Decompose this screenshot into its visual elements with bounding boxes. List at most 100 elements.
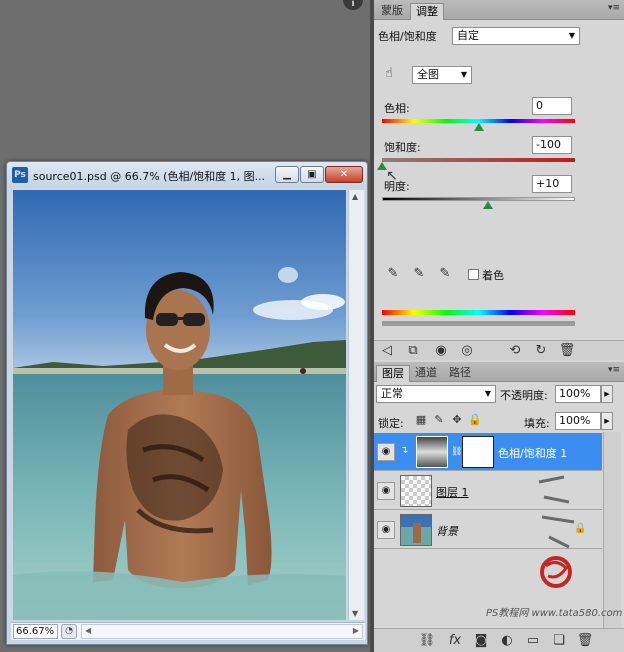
lightness-label: 明度: xyxy=(384,180,410,193)
adjustment-layer-thumbnail[interactable] xyxy=(416,436,448,468)
document-titlebar[interactable]: Ps source01.psd @ 66.7% (色相/饱和度 1, 图... … xyxy=(7,162,367,188)
layers-tabstrip: 图层 通道 路径 ▾≡ xyxy=(374,362,624,382)
panel-menu-icon[interactable]: ▾≡ xyxy=(608,3,620,13)
visibility-eye-icon[interactable]: ◎ xyxy=(458,343,476,359)
photo-image xyxy=(13,190,346,620)
back-arrow-icon[interactable]: ◁ xyxy=(378,343,396,359)
input-spectrum-bar xyxy=(382,310,575,315)
lock-image-icon[interactable]: ✎ xyxy=(430,412,448,428)
scroll-down-icon[interactable]: ▼ xyxy=(352,609,358,618)
maximize-button[interactable]: ▣ xyxy=(300,166,324,183)
colorize-checkbox[interactable] xyxy=(468,269,479,280)
layer-name[interactable]: 图层 1 xyxy=(436,484,469,500)
link-layers-icon[interactable]: ⛓ xyxy=(418,633,436,649)
saturation-slider-track[interactable] xyxy=(382,158,575,162)
channel-value: 全图 xyxy=(417,68,439,81)
scroll-left-icon[interactable]: ◀ xyxy=(85,626,91,635)
new-layer-icon[interactable]: ❏ xyxy=(550,633,568,649)
fill-input[interactable]: 100% xyxy=(555,412,601,430)
on-image-adjust-hand-icon[interactable]: ☝ xyxy=(380,66,398,82)
layers-scrollbar[interactable] xyxy=(603,432,621,628)
hue-label: 色相: xyxy=(384,102,410,115)
opacity-arrow-icon[interactable]: ▶ xyxy=(601,385,613,403)
document-title: source01.psd @ 66.7% (色相/饱和度 1, 图... xyxy=(33,170,266,183)
chevron-down-icon: ▼ xyxy=(484,389,491,398)
add-mask-icon[interactable]: ◙ xyxy=(472,633,490,649)
layer-thumbnail[interactable] xyxy=(400,475,432,507)
eye-icon[interactable]: ◉ xyxy=(377,443,395,461)
scroll-up-icon[interactable]: ▲ xyxy=(352,192,358,201)
hue-slider-thumb[interactable] xyxy=(473,123,484,131)
watermark-text: PS教程网 www.tata580.com xyxy=(486,608,623,619)
fill-arrow-icon[interactable]: ▶ xyxy=(601,412,613,430)
eyedropper-minus-icon[interactable]: ✎ xyxy=(436,266,454,282)
new-group-icon[interactable]: ▭ xyxy=(524,633,542,649)
tab-layers[interactable]: 图层 xyxy=(376,365,410,382)
document-window: Ps source01.psd @ 66.7% (色相/饱和度 1, 图... … xyxy=(6,161,368,645)
trash-icon[interactable]: 🗑 xyxy=(576,633,594,649)
blend-mode-dropdown[interactable]: 正常 ▼ xyxy=(376,385,496,403)
background-thumbnail[interactable] xyxy=(400,514,432,546)
expanded-view-icon[interactable]: ⧉ xyxy=(404,343,422,359)
tab-channels[interactable]: 通道 xyxy=(410,365,442,382)
tab-adjustments[interactable]: 调整 xyxy=(410,3,444,20)
eye-icon[interactable]: ◉ xyxy=(377,482,395,500)
right-panel: 蒙版 调整 ▾≡ 色相/饱和度 自定 ▼ ☝ 全图 ▼ 色相: 0 饱和度: -… xyxy=(374,0,624,652)
clip-to-layer-icon[interactable]: ◉ xyxy=(432,343,450,359)
workspace: i Ps source01.psd @ 66.7% (色相/饱和度 1, 图..… xyxy=(0,0,370,652)
link-icon[interactable]: ⛓ xyxy=(451,447,462,457)
layer-mask-thumbnail[interactable] xyxy=(462,436,494,468)
saturation-input[interactable]: -100 xyxy=(532,136,572,154)
layers-iconbar: ⛓ fx ◙ ◐ ▭ ❏ 🗑 xyxy=(374,628,624,652)
preset-value: 自定 xyxy=(457,29,479,42)
info-icon[interactable]: i xyxy=(343,0,363,10)
thumbnail-figure xyxy=(413,523,421,543)
tab-masks[interactable]: 蒙版 xyxy=(376,3,408,20)
adjustment-layer-icon[interactable]: ◐ xyxy=(498,633,516,649)
clipping-arrow-icon: ↴ xyxy=(400,445,409,456)
lightness-slider-thumb[interactable] xyxy=(483,201,494,209)
eyedropper-plus-icon[interactable]: ✎ xyxy=(410,266,428,282)
hue-input[interactable]: 0 xyxy=(532,97,572,115)
layer-name[interactable]: 背景 xyxy=(436,523,458,539)
close-button[interactable]: ✕ xyxy=(325,166,363,183)
zoom-input[interactable]: 66.67% xyxy=(13,624,58,639)
colorize-label: 着色 xyxy=(482,269,504,282)
lock-label: 锁定: xyxy=(378,417,404,430)
adjustments-tabstrip: 蒙版 调整 ▾≡ xyxy=(374,0,624,20)
saturation-label: 饱和度: xyxy=(384,141,421,154)
lightness-input[interactable]: +10 xyxy=(532,175,572,193)
eyedropper-icon[interactable]: ✎ xyxy=(384,266,402,282)
lock-all-icon[interactable]: 🔒 xyxy=(466,412,484,428)
watermark-seal-image xyxy=(538,475,575,588)
scroll-right-icon[interactable]: ▶ xyxy=(353,626,359,635)
lock-transparent-icon[interactable]: ▦ xyxy=(412,412,430,428)
blend-mode-value: 正常 xyxy=(381,387,403,400)
reset-icon[interactable]: ↻ xyxy=(532,343,550,359)
fx-icon[interactable]: fx xyxy=(446,633,464,649)
view-previous-icon[interactable]: ⟲ xyxy=(506,343,524,359)
lightness-slider-track[interactable] xyxy=(382,197,575,201)
output-spectrum-bar xyxy=(382,321,575,326)
panel-menu-icon[interactable]: ▾≡ xyxy=(608,365,620,375)
adjustment-title: 色相/饱和度 xyxy=(378,30,437,43)
document-statusbar: 66.67% ◔ ◀ ▶ xyxy=(11,622,365,640)
photoshop-icon: Ps xyxy=(12,167,28,183)
minimize-button[interactable]: ▁ xyxy=(275,166,299,183)
opacity-input[interactable]: 100% xyxy=(555,385,601,403)
tab-paths[interactable]: 路径 xyxy=(444,365,476,382)
preset-dropdown[interactable]: 自定 ▼ xyxy=(452,27,580,45)
eye-icon[interactable]: ◉ xyxy=(377,521,395,539)
horizontal-scrollbar[interactable]: ◀ ▶ xyxy=(81,624,363,639)
chevron-down-icon: ▼ xyxy=(460,70,467,79)
channel-dropdown[interactable]: 全图 ▼ xyxy=(412,66,472,84)
vertical-scrollbar[interactable]: ▲ ▼ xyxy=(348,190,364,620)
image-canvas[interactable] xyxy=(13,190,346,620)
trash-icon[interactable]: 🗑 xyxy=(558,343,576,359)
opacity-label: 不透明度: xyxy=(500,389,548,402)
fill-label: 填充: xyxy=(524,417,550,430)
chevron-down-icon: ▼ xyxy=(568,31,575,40)
lock-position-icon[interactable]: ✥ xyxy=(448,412,466,428)
layer-name[interactable]: 色相/饱和度 1 xyxy=(498,445,567,461)
status-menu-icon[interactable]: ◔ xyxy=(61,624,77,639)
